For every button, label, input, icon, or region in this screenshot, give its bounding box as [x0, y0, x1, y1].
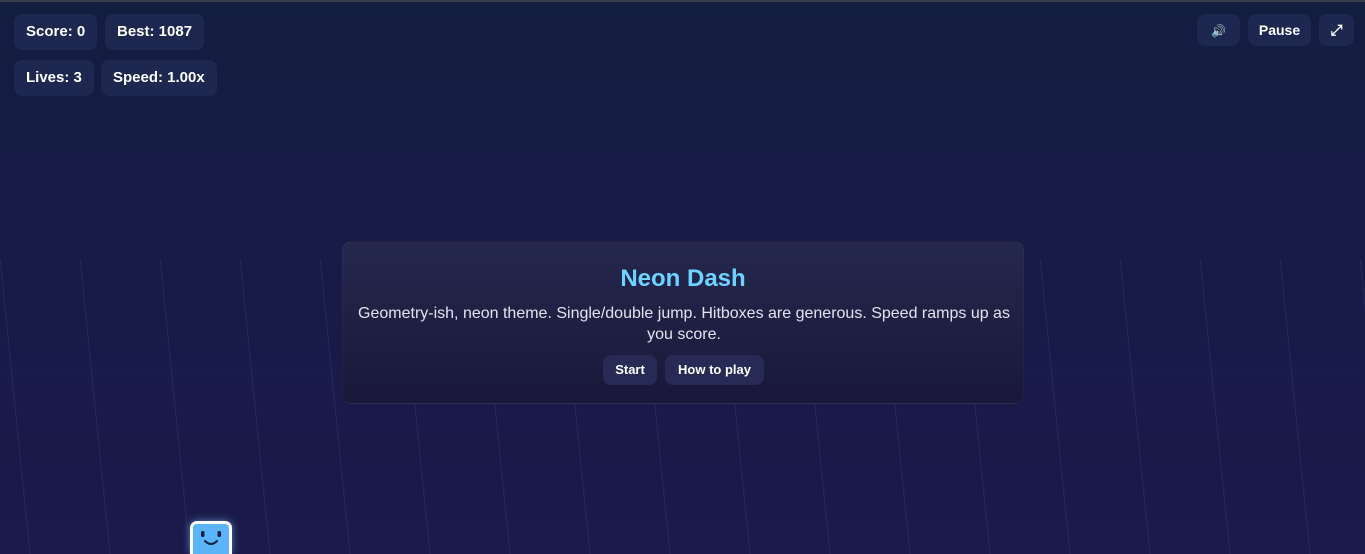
lives-display: Lives: 3 [14, 60, 94, 96]
start-button[interactable]: Start [603, 355, 657, 385]
rain-line [1039, 257, 1071, 554]
player-cube [190, 521, 232, 554]
speed-display: Speed: 1.00x [101, 60, 217, 96]
game-title: Neon Dash [620, 265, 746, 292]
rain-line [0, 257, 31, 554]
sound-toggle-button[interactable]: 🔊 [1197, 14, 1240, 46]
player-face-icon [201, 531, 221, 545]
rain-line [79, 257, 111, 554]
speaker-icon: 🔊 [1211, 24, 1226, 38]
best-score-display: Best: 1087 [105, 14, 205, 50]
rain-line [159, 257, 191, 554]
start-menu-panel: Neon Dash Geometry-ish, neon theme. Sing… [342, 241, 1024, 404]
rain-line [1359, 257, 1365, 313]
pause-button[interactable]: Pause [1248, 14, 1311, 46]
rain-line [1119, 257, 1151, 554]
game-description: Geometry-ish, neon theme. Single/double … [358, 305, 1010, 343]
rain-line [1199, 257, 1231, 554]
rain-line [1279, 257, 1311, 554]
expand-icon: ⤢ [1330, 22, 1343, 39]
rain-line [239, 257, 271, 554]
score-display: Score: 0 [14, 14, 98, 50]
fullscreen-button[interactable]: ⤢ [1319, 14, 1354, 46]
how-to-play-button[interactable]: How to play [665, 355, 764, 385]
